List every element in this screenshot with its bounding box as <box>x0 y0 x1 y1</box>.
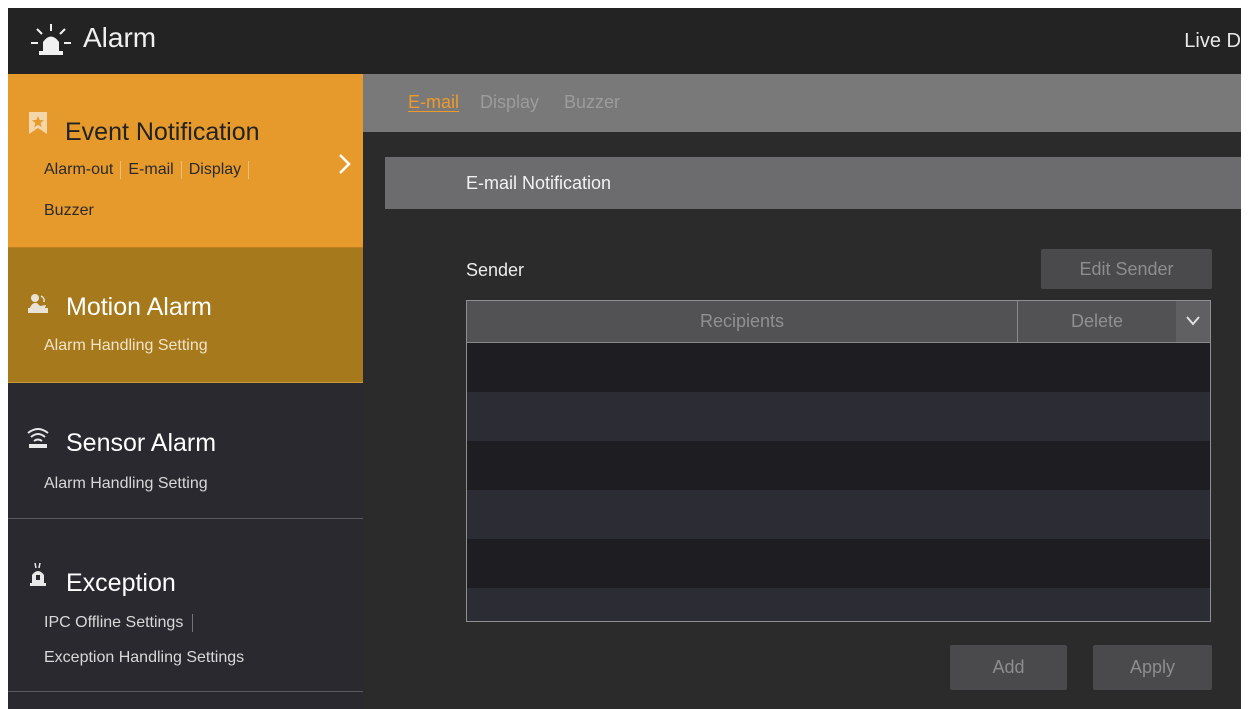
link-buzzer[interactable]: Buzzer <box>44 202 94 219</box>
table-scroll-dropdown[interactable] <box>1176 301 1210 342</box>
table-row[interactable] <box>467 392 1210 441</box>
link-display[interactable]: Display <box>189 161 241 178</box>
link-email[interactable]: E-mail <box>128 161 173 178</box>
table-row[interactable] <box>467 343 1210 392</box>
link-ipc-offline-settings[interactable]: IPC Offline Settings <box>44 614 183 631</box>
tab-bar: E-mail Display Buzzer <box>363 74 1241 132</box>
motion-person-icon <box>28 294 48 313</box>
sidebar-item-title: Exception <box>66 569 176 597</box>
sidebar-item-motion-alarm[interactable]: Motion Alarm Alarm Handling Setting <box>8 248 363 383</box>
page-title: Alarm <box>83 22 157 53</box>
chevron-down-icon <box>1186 316 1200 326</box>
sidebar-item-title: Motion Alarm <box>66 293 212 321</box>
exception-handling-settings-link[interactable]: Exception Handling Settings <box>44 649 244 667</box>
link-divider <box>120 161 122 179</box>
motion-alarm-handling-link[interactable]: Alarm Handling Setting <box>44 337 208 355</box>
sensor-alarm-handling-link[interactable]: Alarm Handling Setting <box>44 475 208 493</box>
apply-button[interactable]: Apply <box>1093 645 1212 690</box>
email-notification-header: E-mail Notification <box>385 157 1241 209</box>
link-divider <box>248 161 250 179</box>
table-row[interactable] <box>467 490 1210 539</box>
section-title: E-mail Notification <box>466 173 612 193</box>
live-display-link[interactable]: Live D <box>1184 30 1241 53</box>
event-notification-links: Alarm-out E-mail Display <box>44 161 256 179</box>
event-notification-links-row2: Buzzer <box>44 202 94 220</box>
ipc-offline-settings-link: IPC Offline Settings <box>44 614 194 632</box>
link-divider <box>192 614 194 632</box>
add-button[interactable]: Add <box>950 645 1067 690</box>
column-header-delete: Delete <box>1070 311 1124 331</box>
column-header-recipients: Recipients <box>467 301 1018 342</box>
tab-display[interactable]: Display <box>480 92 539 113</box>
edit-sender-button[interactable]: Edit Sender <box>1041 249 1212 289</box>
table-row[interactable] <box>467 588 1210 621</box>
link-divider <box>180 161 182 179</box>
top-bar: Alarm Live D <box>8 8 1241 74</box>
tab-buzzer[interactable]: Buzzer <box>564 92 620 113</box>
sender-label: Sender <box>466 260 525 280</box>
table-row[interactable] <box>467 441 1210 490</box>
recipients-table: Recipients Delete <box>466 300 1211 622</box>
sidebar-item-sensor-alarm[interactable]: Sensor Alarm Alarm Handling Setting <box>8 383 363 519</box>
chevron-right-icon <box>339 154 351 174</box>
bookmark-star-icon <box>29 112 47 134</box>
sidebar-item-title: Event Notification <box>65 118 260 146</box>
alarm-siren-icon <box>31 24 71 55</box>
sensor-wave-icon <box>27 428 49 448</box>
sidebar-item-event-notification[interactable]: Event Notification Alarm-out E-mail Displa… <box>8 74 363 248</box>
table-header: Recipients Delete <box>467 301 1210 343</box>
sidebar-item-partial[interactable] <box>8 692 363 709</box>
table-row[interactable] <box>467 539 1210 588</box>
sidebar-item-exception[interactable]: Exception IPC Offline Settings Exception… <box>8 519 363 692</box>
exception-siren-icon <box>30 563 46 586</box>
tab-email[interactable]: E-mail <box>408 92 459 113</box>
app-window: Alarm Live D Event Notification Alarm-ou… <box>8 8 1241 709</box>
sidebar: Event Notification Alarm-out E-mail Displa… <box>8 74 363 709</box>
sidebar-item-title: Sensor Alarm <box>66 429 217 457</box>
link-alarm-out[interactable]: Alarm-out <box>44 161 113 178</box>
